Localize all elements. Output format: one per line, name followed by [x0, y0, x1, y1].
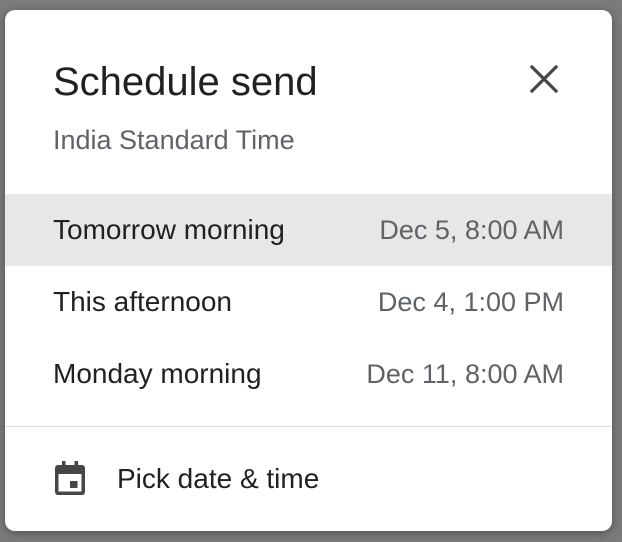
calendar-icon	[53, 459, 93, 499]
pick-date-time-button[interactable]: Pick date & time	[5, 443, 612, 515]
option-time: Dec 4, 1:00 PM	[377, 286, 564, 317]
close-button[interactable]	[520, 60, 568, 98]
dialog-title: Schedule send	[53, 60, 318, 104]
option-time: Dec 11, 8:00 AM	[366, 358, 564, 389]
schedule-options-list: Tomorrow morning Dec 5, 8:00 AM This aft…	[5, 194, 612, 410]
option-label: Tomorrow morning	[53, 214, 285, 245]
schedule-send-dialog: Schedule send India Standard Time Tomorr…	[5, 10, 612, 531]
option-label: This afternoon	[53, 286, 232, 317]
close-icon	[529, 64, 559, 94]
timezone-label: India Standard Time	[53, 125, 295, 155]
option-monday-morning[interactable]: Monday morning Dec 11, 8:00 AM	[5, 338, 612, 410]
pick-date-time-label: Pick date & time	[117, 463, 320, 494]
option-time: Dec 5, 8:00 AM	[379, 214, 564, 245]
option-this-afternoon[interactable]: This afternoon Dec 4, 1:00 PM	[5, 266, 612, 338]
option-label: Monday morning	[53, 358, 262, 389]
option-tomorrow-morning[interactable]: Tomorrow morning Dec 5, 8:00 AM	[5, 194, 612, 266]
divider	[5, 426, 612, 427]
